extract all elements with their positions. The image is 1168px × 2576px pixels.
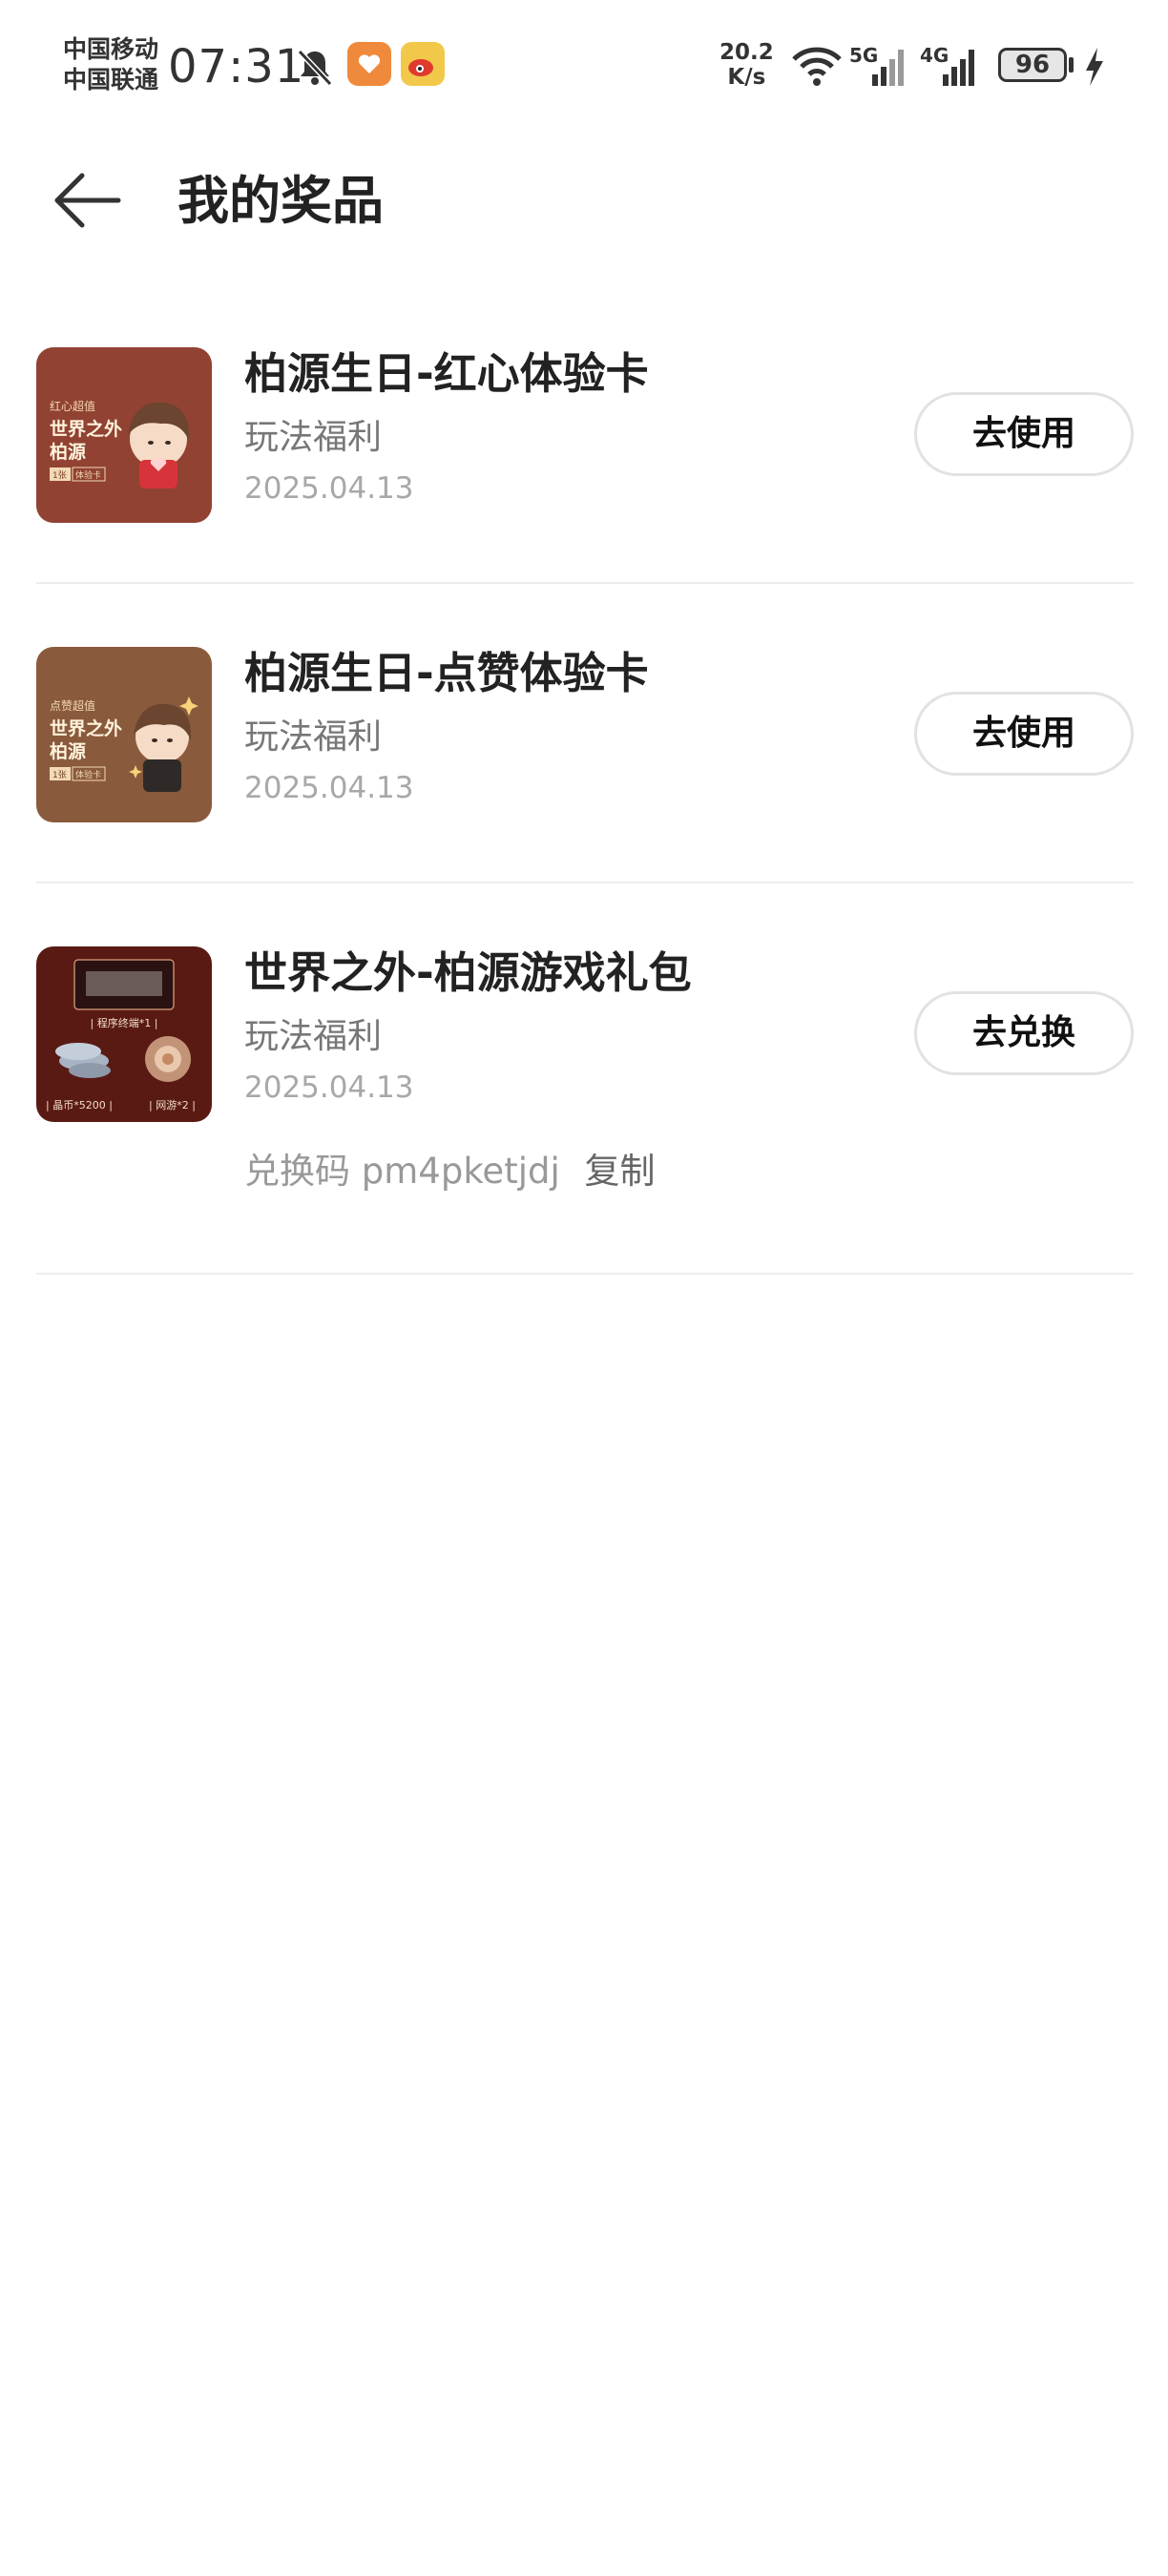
thumb-item: | 晶币*5200 |: [46, 1099, 113, 1111]
prize-category: 玩法福利: [244, 418, 383, 457]
thumb-label-top: 红心超值: [50, 399, 95, 413]
signal-icon: 5G: [849, 44, 912, 90]
use-button[interactable]: 去使用: [914, 392, 1134, 476]
thumb-tag: 1张: [52, 770, 67, 780]
status-bar: 中国移动 中国联通 07:31 20.2 K/s 5G 4G 96: [0, 0, 1168, 124]
copy-button[interactable]: 复制: [585, 1151, 656, 1192]
prize-title: 世界之外-柏源游戏礼包: [244, 947, 692, 998]
battery-indicator: 96: [998, 48, 1067, 82]
prize-item: 点赞超值 世界之外 柏源 1张 体验卡 柏源生日-点赞体验卡 玩法福利 2025…: [36, 584, 1134, 883]
prize-thumbnail: 点赞超值 世界之外 柏源 1张 体验卡: [36, 647, 212, 822]
net-speed-value: 20.2: [720, 40, 774, 65]
prize-category: 玩法福利: [244, 1017, 383, 1056]
prize-thumbnail: 红心超值 世界之外 柏源 1张 体验卡: [36, 347, 212, 523]
thumb-label-top: 点赞超值: [50, 698, 95, 713]
page-title: 我的奖品: [177, 171, 384, 231]
redeem-code-value: pm4pketjdj: [361, 1151, 560, 1192]
carrier-1: 中国移动: [63, 35, 159, 63]
back-button[interactable]: [50, 162, 126, 239]
redeem-code-row: 兑换码 pm4pketjdj 复制: [244, 1149, 656, 1195]
prize-item: 红心超值 世界之外 柏源 1张 体验卡 柏源生日-红心体验卡 玩法福利 2025…: [36, 321, 1134, 584]
thumb-label-main: 柏源: [50, 441, 86, 463]
thumb-label-main: 柏源: [50, 740, 86, 762]
status-time: 07:31: [168, 40, 305, 93]
prize-category: 玩法福利: [244, 717, 383, 757]
prize-title: 柏源生日-点赞体验卡: [244, 648, 649, 698]
prize-date: 2025.04.13: [244, 471, 414, 506]
thumb-item: | 程序终端*1 |: [91, 1016, 158, 1029]
arrow-left-icon: [54, 173, 121, 228]
bell-muted-icon: [297, 49, 333, 87]
use-button[interactable]: 去使用: [914, 692, 1134, 776]
thumb-item: | 网游*2 |: [149, 1099, 196, 1111]
prize-list: 红心超值 世界之外 柏源 1张 体验卡 柏源生日-红心体验卡 玩法福利 2025…: [36, 321, 1134, 1275]
battery-tip: [1069, 57, 1074, 73]
prize-title: 柏源生日-红心体验卡: [244, 348, 649, 399]
carrier-2: 中国联通: [63, 66, 159, 93]
app-notification-icon: [347, 42, 391, 86]
wifi-icon: [792, 47, 842, 86]
redeem-button[interactable]: 去兑换: [914, 991, 1134, 1075]
thumb-tag: 体验卡: [75, 769, 101, 780]
thumb-label-main: 世界之外: [50, 418, 122, 440]
thumb-label-main: 世界之外: [50, 717, 122, 739]
prize-item: | 程序终端*1 | | 晶币*5200 | | 网游*2 | 世界之外-柏源游…: [36, 883, 1134, 1275]
net-speed: 20.2 K/s: [720, 40, 774, 90]
prize-date: 2025.04.13: [244, 1070, 414, 1105]
weibo-icon: [401, 42, 445, 86]
net-speed-unit: K/s: [727, 65, 766, 90]
thumb-tag: 体验卡: [75, 469, 101, 481]
charging-icon: [1086, 48, 1103, 86]
signal-icon: 4G: [920, 44, 985, 90]
carrier-labels: 中国移动 中国联通: [63, 34, 158, 95]
prize-date: 2025.04.13: [244, 771, 414, 805]
prize-thumbnail: | 程序终端*1 | | 晶币*5200 | | 网游*2 |: [36, 946, 212, 1122]
redeem-code-label: 兑换码: [244, 1151, 350, 1192]
thumb-tag: 1张: [52, 470, 67, 481]
